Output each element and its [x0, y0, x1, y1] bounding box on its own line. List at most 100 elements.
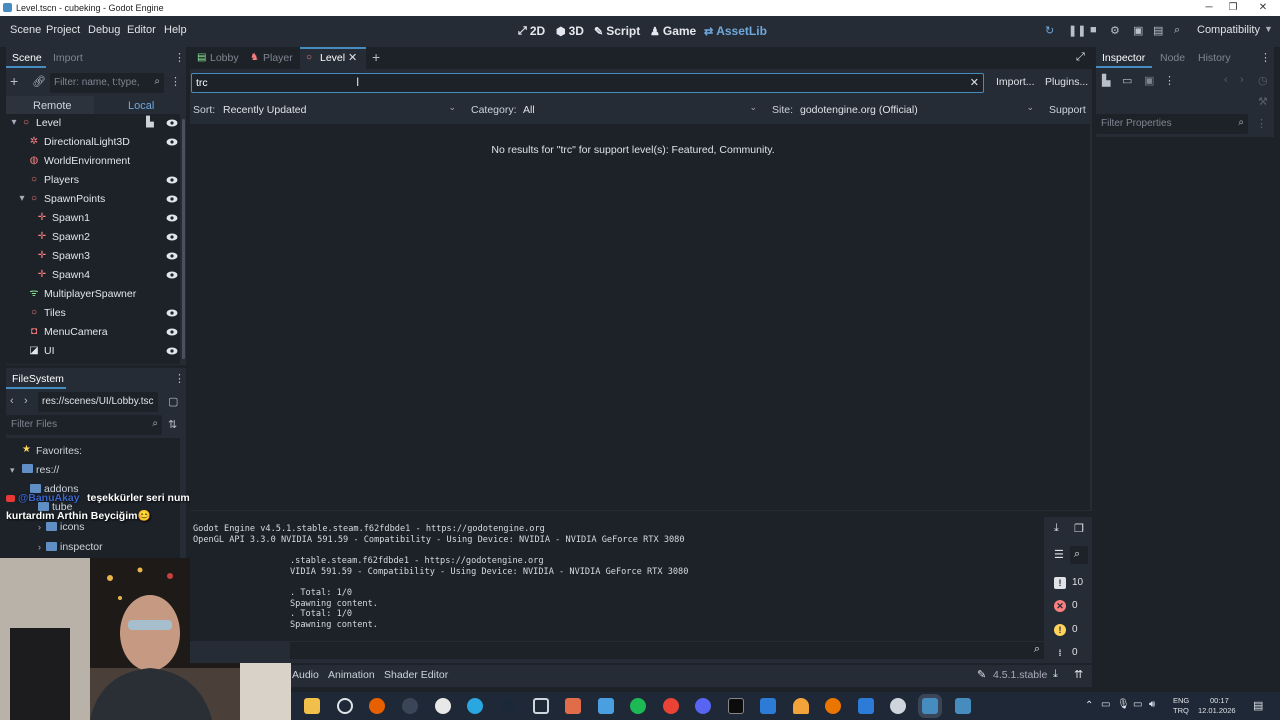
steam-icon[interactable] — [500, 698, 516, 714]
remote-debug-icon[interactable]: ⚙ — [1110, 24, 1120, 37]
tree-node-directionallight3d[interactable]: ✲ DirectionalLight3D — [6, 133, 186, 152]
keyboard-lang-1[interactable]: ENG — [1173, 696, 1189, 705]
tree-node-ui[interactable]: ◪ UI — [6, 342, 186, 361]
menu-project[interactable]: Project — [46, 24, 80, 36]
tree-node-worldenvironment[interactable]: ◍ WorldEnvironment — [6, 152, 186, 171]
add-tab-icon[interactable]: + — [372, 49, 380, 65]
pin-panel-icon[interactable]: ⤓ — [1053, 668, 1058, 681]
open-folder-icon[interactable]: ▭ — [1122, 74, 1132, 87]
add-node-icon[interactable]: + — [10, 73, 18, 89]
cloud-icon[interactable] — [793, 698, 809, 714]
menu-debug[interactable]: Debug — [88, 24, 120, 36]
search-output-button[interactable]: ⌕ — [1070, 546, 1088, 564]
output-filter-input[interactable]: ⌕ — [290, 642, 1044, 659]
keyboard-lang-2[interactable]: TRQ — [1173, 706, 1189, 715]
visibility-eye-icon[interactable] — [166, 270, 178, 280]
github-icon[interactable] — [890, 698, 906, 714]
path-field[interactable]: res://scenes/UI/Lobby.tsc — [38, 392, 158, 412]
workspace-script-button[interactable]: ✎ Script — [594, 24, 640, 38]
tab-inspector[interactable]: Inspector — [1102, 52, 1145, 64]
menu-editor[interactable]: Editor — [127, 24, 156, 36]
scene-options-icon[interactable]: ⋮ — [170, 75, 181, 88]
terminal-icon[interactable] — [728, 698, 744, 714]
clock-app-icon[interactable] — [337, 698, 353, 714]
back-arrow-icon[interactable]: ‹ — [10, 395, 14, 407]
blender-icon[interactable] — [825, 698, 841, 714]
figma-icon[interactable] — [598, 698, 614, 714]
tab-player[interactable]: ♞ Player — [246, 47, 296, 69]
godot-taskbar-icon[interactable] — [922, 698, 938, 714]
filter-properties-input[interactable]: Filter Properties ⌕ — [1096, 114, 1248, 134]
tab-audio[interactable]: Audio — [292, 669, 319, 681]
obs-icon[interactable] — [402, 698, 418, 714]
sort-select[interactable]: Recently Updated ⌄ — [219, 100, 460, 118]
scene-filter-input[interactable]: Filter: name, t:type, ⌕ — [50, 73, 164, 93]
dock-menu-icon[interactable]: ⋮ — [1260, 51, 1271, 64]
workspace-2d-button[interactable]: ⤢ 2D — [518, 24, 545, 38]
reload-icon[interactable]: ↻ — [1045, 24, 1054, 37]
affinity-icon[interactable] — [565, 698, 581, 714]
menu-help[interactable]: Help — [164, 24, 187, 36]
play-scene-icon[interactable]: ▣ — [1133, 24, 1143, 37]
tree-node-tiles[interactable]: ○ Tiles — [6, 304, 186, 323]
dock-menu-icon[interactable]: ⋮ — [174, 372, 185, 385]
sort-icon[interactable]: ⇅ — [168, 418, 177, 431]
tree-node-spawnpoints[interactable]: ▾ ○ SpawnPoints — [6, 190, 186, 209]
category-select[interactable]: All ⌄ — [519, 100, 761, 118]
tab-node[interactable]: Node — [1160, 52, 1185, 64]
filter-lines-icon[interactable]: ☰ — [1054, 548, 1064, 561]
expand-panel-icon[interactable]: ⇈ — [1074, 668, 1083, 681]
close-tab-icon[interactable]: ✕ — [348, 51, 357, 64]
version-label[interactable]: 4.5.1.stable — [993, 669, 1047, 681]
visibility-eye-icon[interactable] — [166, 118, 178, 128]
object-history-icon[interactable]: ◷ — [1258, 74, 1268, 87]
more-options-icon[interactable]: ⋮ — [1164, 74, 1175, 87]
movie-maker-icon[interactable]: ⌕ — [1174, 24, 1180, 37]
tree-node-multiplayerspawner[interactable]: ᯤ MultiplayerSpawner — [6, 285, 186, 304]
spotify-icon[interactable] — [630, 698, 646, 714]
distraction-free-icon[interactable]: ⤢ — [1076, 51, 1085, 64]
history-forward-icon[interactable]: › — [1240, 74, 1244, 86]
workspace-game-button[interactable]: ♟ Game — [650, 24, 696, 38]
visibility-eye-icon[interactable] — [166, 251, 178, 261]
visibility-eye-icon[interactable] — [166, 346, 178, 356]
dock-menu-icon[interactable]: ⋮ — [174, 51, 185, 64]
menu-scene[interactable]: Scene — [10, 24, 41, 36]
save-icon[interactable]: ▣ — [1144, 74, 1154, 87]
close-window-button[interactable]: ✕ — [1250, 0, 1276, 16]
slack-icon[interactable] — [435, 698, 451, 714]
clock-time[interactable]: 00:17 — [1210, 696, 1229, 705]
tree-node-level[interactable]: ▾ ○ Level ▙ — [6, 114, 186, 133]
volume-icon[interactable]: 🔊︎ — [1149, 699, 1155, 710]
tree-node-spawn2[interactable]: ✛ Spawn2 — [6, 228, 186, 247]
godot-taskbar-icon-2[interactable] — [955, 698, 971, 714]
filter-files-input[interactable]: Filter Files ⌕ — [6, 415, 162, 435]
tab-level[interactable]: ○ Level ✕ — [300, 47, 366, 69]
clear-search-icon[interactable]: ✕ — [970, 76, 979, 89]
local-tab[interactable]: Local — [94, 96, 184, 116]
visibility-eye-icon[interactable] — [166, 213, 178, 223]
tab-animation[interactable]: Animation — [328, 669, 375, 681]
copy-output-icon[interactable]: ❐ — [1074, 522, 1084, 535]
network-icon[interactable]: ▭ — [1101, 699, 1110, 710]
workspace-assetlib-button[interactable]: ⇄ AssetLib — [704, 24, 767, 38]
warnings-filter-toggle[interactable]: ! 0 — [1050, 621, 1090, 639]
import-button[interactable]: Import... — [996, 76, 1035, 88]
clear-output-icon[interactable]: ⤓ — [1054, 522, 1059, 535]
inspector-options-icon[interactable]: ⋮ — [1256, 117, 1267, 130]
history-back-icon[interactable]: ‹ — [1224, 74, 1228, 86]
plugins-button[interactable]: Plugins... — [1045, 76, 1088, 88]
asset-search-input[interactable]: trc I ✕ — [191, 73, 984, 93]
new-resource-icon[interactable]: ▙ — [1102, 74, 1110, 87]
renderer-select[interactable]: Compatibility — [1197, 24, 1260, 36]
file-explorer-icon[interactable] — [304, 698, 320, 714]
tree-node-menucamera[interactable]: ◘ MenuCamera — [6, 323, 186, 342]
link-icon[interactable]: 🔗︎ — [32, 75, 46, 88]
split-view-icon[interactable]: ▢ — [168, 395, 178, 408]
scene-tree-scrollbar[interactable] — [182, 119, 185, 359]
notifications-icon[interactable]: ▤ — [1253, 699, 1263, 712]
clock-date[interactable]: 12.01.2026 — [1198, 706, 1236, 715]
minimize-button[interactable]: ─ — [1196, 0, 1222, 16]
pause-icon[interactable]: ❚❚ — [1068, 24, 1086, 37]
stop-icon[interactable]: ■ — [1090, 24, 1097, 36]
